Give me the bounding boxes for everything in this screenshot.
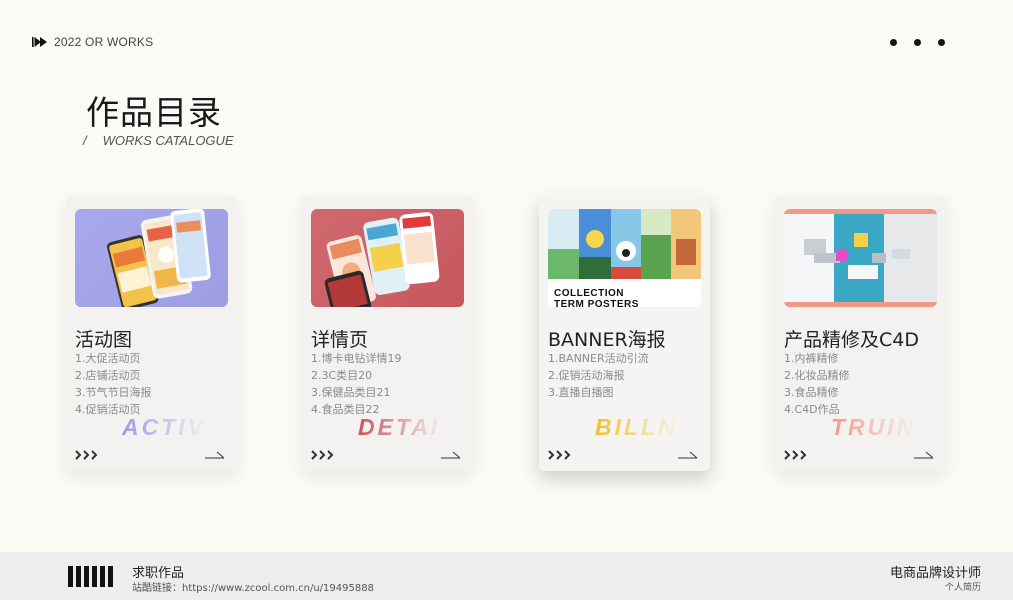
card-list: 1.博卡电钻详情19 2.3C类目20 3.保健品类目21 4.食品类目22 <box>311 350 402 418</box>
card-watermark: BILLNG <box>595 414 681 441</box>
card-thumbnail <box>311 209 464 307</box>
arrow-right-icon[interactable] <box>441 450 461 459</box>
top-label: 2022 OR WORKS <box>54 35 154 49</box>
dot <box>890 39 897 46</box>
card-title: 详情页 <box>311 329 369 351</box>
triple-chevron-icon[interactable] <box>548 450 574 460</box>
dot <box>914 39 921 46</box>
card-list: 1.内裤精修 2.化妆品精修 3.食品精修 4.C4D作品 <box>784 350 850 418</box>
list-item: 1.内裤精修 <box>784 352 839 365</box>
card-thumbnail: COLLECTION TERM POSTERS <box>548 209 701 307</box>
subtitle-slash: / <box>83 133 87 148</box>
subtitle-text: WORKS CATALOGUE <box>102 133 234 148</box>
card-detail[interactable]: 详情页 1.博卡电钻详情19 2.3C类目20 3.保健品类目21 4.食品类目… <box>302 196 473 471</box>
list-item: 2.促销活动海报 <box>548 369 625 382</box>
footer-resume-label: 个人简历 <box>944 583 981 593</box>
top-bar: 2022 OR WORKS <box>32 34 153 50</box>
card-banner[interactable]: COLLECTION TERM POSTERS BANNER海报 1.BANNE… <box>539 196 710 471</box>
card-title: BANNER海报 <box>548 329 666 351</box>
page-subtitle: / WORKS CATALOGUE <box>83 133 234 148</box>
card-activity[interactable]: 活动图 1.大促活动页 2.店铺活动页 3.节气节日海报 4.促销活动页 ACT… <box>66 196 237 471</box>
card-watermark: DETAIL <box>358 414 444 441</box>
list-item: 1.BANNER活动引流 <box>548 352 649 365</box>
card-truing[interactable]: 产品精修及C4D 1.内裤精修 2.化妆品精修 3.食品精修 4.C4D作品 T… <box>775 196 946 471</box>
c4d-render-image <box>784 214 937 302</box>
list-item: 2.店铺活动页 <box>75 369 141 382</box>
list-item: 1.博卡电钻详情19 <box>311 352 402 365</box>
footer-link[interactable]: 站酷链接：https://www.zcool.com.cn/u/19495888 <box>132 579 374 594</box>
thumb-caption-1: COLLECTION <box>554 288 624 299</box>
triple-chevron-icon[interactable] <box>311 450 337 460</box>
list-item: 2.3C类目20 <box>311 369 373 382</box>
card-title: 产品精修及C4D <box>784 329 919 351</box>
list-item: 3.食品精修 <box>784 386 839 399</box>
phone-mockup-image <box>324 212 440 307</box>
card-list: 1.BANNER活动引流 2.促销活动海报 3.直播自播图 <box>548 350 649 401</box>
thumb-caption-2: TERM POSTERS <box>554 299 639 307</box>
card-list: 1.大促活动页 2.店铺活动页 3.节气节日海报 4.促销活动页 <box>75 350 152 418</box>
list-item: 3.保健品类目21 <box>311 386 391 399</box>
triple-chevron-icon[interactable] <box>784 450 810 460</box>
arrow-right-icon[interactable] <box>914 450 934 459</box>
list-item: 3.直播自播图 <box>548 386 614 399</box>
card-thumbnail <box>784 209 937 307</box>
arrow-right-icon[interactable] <box>678 450 698 459</box>
fast-forward-icon <box>32 37 47 47</box>
footer: 求职作品 站酷链接：https://www.zcool.com.cn/u/194… <box>0 552 1013 600</box>
page-title: 作品目录 <box>86 93 222 132</box>
dot <box>938 39 945 46</box>
barcode-icon <box>68 566 113 587</box>
triple-chevron-icon[interactable] <box>75 450 101 460</box>
list-item: 2.化妆品精修 <box>784 369 850 382</box>
card-thumbnail <box>75 209 228 307</box>
list-item: 3.节气节日海报 <box>75 386 152 399</box>
footer-role: 电商品牌设计师 <box>889 566 981 581</box>
phone-mockup-image <box>106 209 211 307</box>
card-watermark: ACTIVITY <box>122 414 208 440</box>
list-item: 1.大促活动页 <box>75 352 141 365</box>
card-title: 活动图 <box>75 329 133 351</box>
card-watermark: TRUING <box>831 414 917 440</box>
more-dots-icon[interactable] <box>890 39 945 46</box>
arrow-right-icon[interactable] <box>205 450 225 459</box>
